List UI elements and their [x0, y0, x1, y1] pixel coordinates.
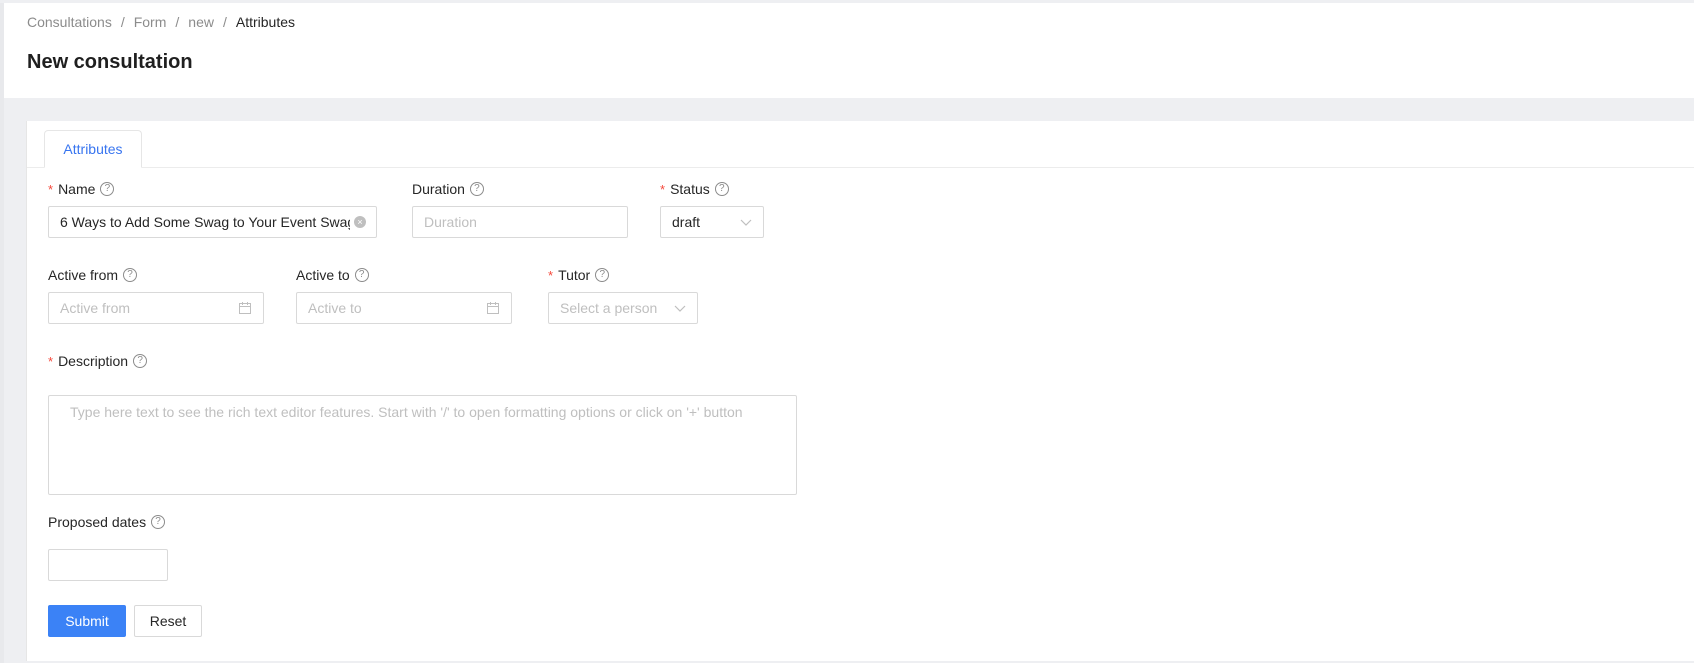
breadcrumb-item-consultations[interactable]: Consultations [27, 14, 112, 30]
required-mark: * [48, 353, 54, 369]
required-mark: * [548, 267, 554, 283]
tutor-placeholder: Select a person [560, 300, 658, 316]
tutor-label: * Tutor ? [548, 267, 610, 283]
page-title: New consultation [27, 51, 193, 73]
tabs-divider [27, 167, 1694, 168]
name-label: * Name ? [48, 181, 115, 197]
question-circle-icon[interactable]: ? [133, 354, 148, 368]
close-circle-icon[interactable]: × [354, 216, 366, 228]
breadcrumb-item-form[interactable]: Form [134, 14, 167, 30]
breadcrumb-current: Attributes [235, 14, 295, 30]
page-header: Consultations / Form / new / Attributes … [4, 3, 1694, 98]
question-circle-icon[interactable]: ? [100, 182, 115, 196]
status-select[interactable]: draft [660, 206, 764, 238]
description-placeholder: Type here text to see the rich text edit… [70, 404, 743, 420]
active-to-placeholder: Active to [308, 300, 362, 316]
required-mark: * [660, 181, 666, 197]
question-circle-icon[interactable]: ? [595, 268, 610, 282]
duration-label-text: Duration [412, 181, 465, 197]
proposed-dates-label-text: Proposed dates [48, 514, 147, 530]
duration-input[interactable]: Duration [412, 206, 628, 238]
proposed-dates-input[interactable] [48, 549, 168, 581]
status-label: * Status ? [660, 181, 729, 197]
required-mark: * [48, 181, 54, 197]
question-circle-icon[interactable]: ? [714, 182, 729, 196]
submit-button[interactable]: Submit [48, 605, 126, 637]
active-from-label-text: Active from [48, 267, 119, 283]
tutor-select[interactable]: Select a person [548, 292, 698, 324]
calendar-icon [239, 302, 251, 314]
question-circle-icon[interactable]: ? [354, 268, 369, 282]
description-label-text: Description [58, 353, 129, 369]
question-circle-icon[interactable]: ? [123, 268, 138, 282]
chevron-down-icon [740, 219, 752, 226]
tab-attributes[interactable]: Attributes [44, 130, 142, 168]
chevron-down-icon [674, 305, 686, 312]
active-to-label-text: Active to [296, 267, 350, 283]
duration-label: Duration ? [412, 181, 484, 197]
reset-button[interactable]: Reset [134, 605, 202, 637]
active-to-datepicker[interactable]: Active to [296, 292, 512, 324]
description-editor[interactable]: Type here text to see the rich text edit… [48, 395, 797, 495]
question-circle-icon[interactable]: ? [469, 182, 484, 196]
form-card: Attributes * Name ? 6 Ways to Add Some S… [26, 121, 1694, 661]
breadcrumb-separator: / [222, 14, 227, 30]
name-label-text: Name [58, 181, 96, 197]
status-select-value: draft [672, 214, 701, 230]
breadcrumb-separator: / [175, 14, 180, 30]
name-input[interactable]: 6 Ways to Add Some Swag to Your Event Sw… [48, 206, 377, 238]
active-from-placeholder: Active from [60, 300, 131, 316]
breadcrumb-item-new[interactable]: new [188, 14, 214, 30]
duration-placeholder: Duration [424, 214, 477, 230]
active-from-label: Active from ? [48, 267, 138, 283]
tutor-label-text: Tutor [558, 267, 591, 283]
question-circle-icon[interactable]: ? [151, 515, 166, 529]
proposed-dates-label: Proposed dates ? [48, 514, 166, 530]
description-label: * Description ? [48, 353, 148, 369]
breadcrumb-separator: / [120, 14, 125, 30]
status-label-text: Status [670, 181, 710, 197]
breadcrumb: Consultations / Form / new / Attributes [27, 14, 295, 30]
active-from-datepicker[interactable]: Active from [48, 292, 264, 324]
name-input-value: 6 Ways to Add Some Swag to Your Event Sw… [60, 214, 350, 230]
calendar-icon [487, 302, 499, 314]
active-to-label: Active to ? [296, 267, 369, 283]
